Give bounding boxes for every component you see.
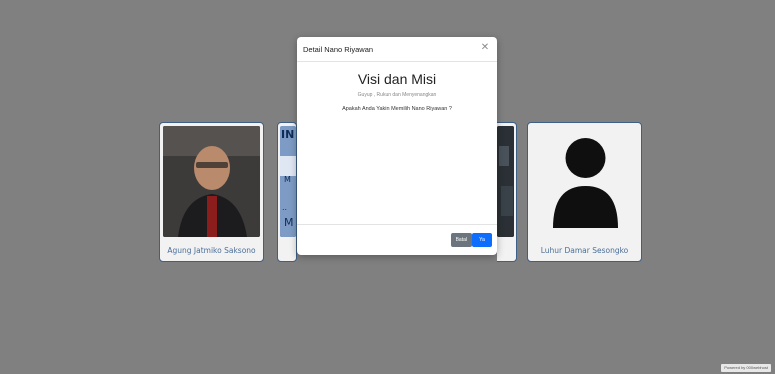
- candidate-photo: IN M .. M: [280, 126, 296, 237]
- candidate-name: Agung Jatmiko Saksono: [167, 246, 256, 255]
- cancel-button[interactable]: Batal: [450, 233, 472, 247]
- svg-text:..: ..: [282, 203, 287, 212]
- modal-header: Detail Nano Riyawan ✕: [297, 37, 497, 62]
- powered-by-badge[interactable]: Powered by 000webhost: [721, 364, 771, 372]
- modal-footer: Batal Ya: [297, 224, 497, 255]
- close-icon[interactable]: ✕: [479, 42, 491, 54]
- svg-text:IN: IN: [281, 128, 294, 141]
- candidate-card-2[interactable]: IN M .. M: [277, 122, 297, 262]
- modal-title: Detail Nano Riyawan: [303, 45, 374, 54]
- candidate-photo: [497, 126, 514, 237]
- svg-text:M: M: [284, 216, 294, 229]
- candidate-photo: [163, 126, 260, 237]
- candidate-card-3[interactable]: [497, 122, 517, 262]
- event-image: [497, 126, 514, 237]
- svg-text:M: M: [284, 175, 291, 184]
- candidate-photo: [531, 126, 638, 237]
- yes-button[interactable]: Ya: [472, 233, 492, 247]
- vision-mission-text: Guyup , Rukun dan Menyenangkan: [357, 92, 437, 98]
- candidate-name: Luhur Damar Sesongko: [540, 246, 629, 255]
- poster-image: IN M .. M: [280, 126, 296, 237]
- portrait-image: [163, 126, 260, 237]
- candidate-detail-modal: Detail Nano Riyawan ✕ Visi dan Misi Guyu…: [297, 37, 497, 255]
- confirm-question: Apakah Anda Yakin Memilih Nano Riyawan ?: [342, 106, 452, 112]
- candidate-card-agung[interactable]: Agung Jatmiko Saksono: [159, 122, 264, 262]
- voting-page: Agung Jatmiko Saksono IN M .. M Luhur Da…: [0, 0, 775, 374]
- vision-mission-heading: Visi dan Misi: [357, 71, 437, 87]
- candidate-card-luhur[interactable]: Luhur Damar Sesongko: [527, 122, 642, 262]
- default-avatar-icon: [553, 138, 618, 228]
